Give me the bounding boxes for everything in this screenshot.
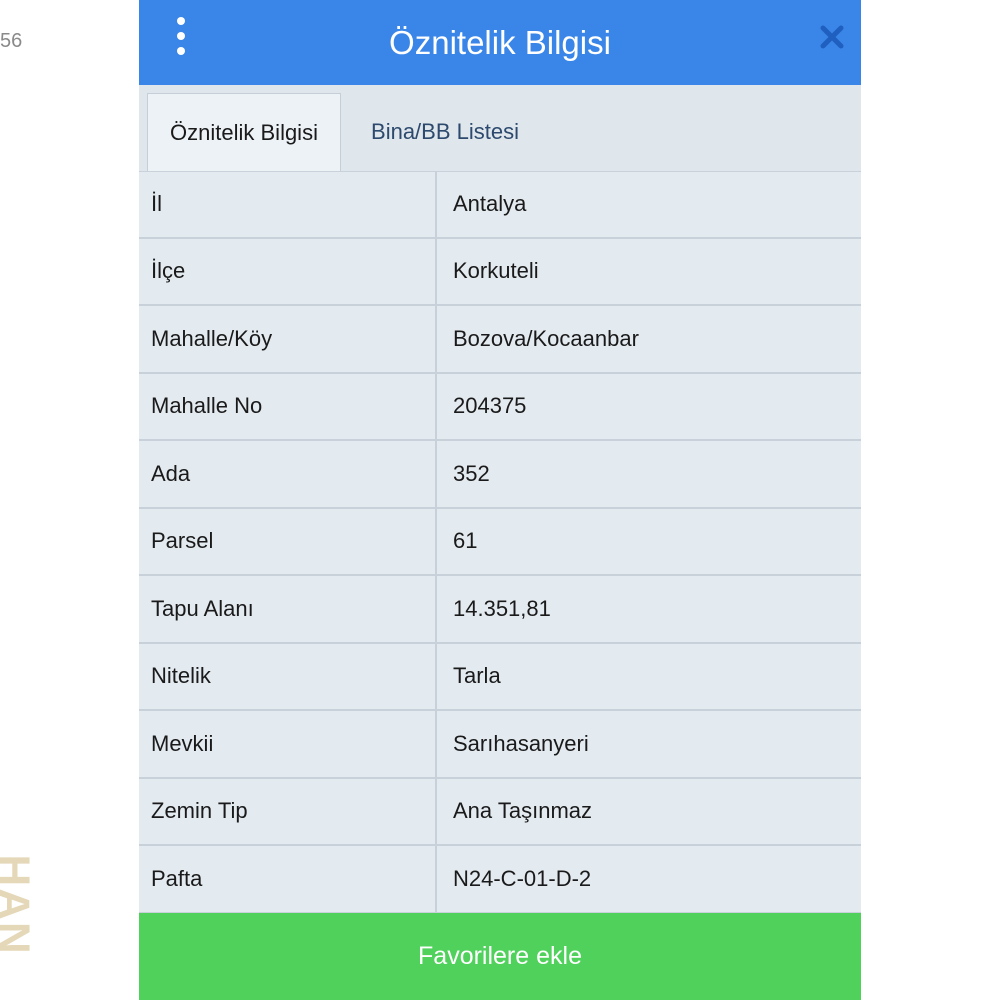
tab-bar: Öznitelik Bilgisi Bina/BB Listesi — [139, 85, 861, 172]
background-side-label: HAN — [0, 854, 40, 956]
attribute-label: İlçe — [139, 238, 437, 304]
panel-title: Öznitelik Bilgisi — [389, 23, 611, 61]
table-row: İlçe Korkuteli — [139, 238, 861, 306]
attribute-info-panel: Öznitelik Bilgisi Öznitelik Bilgisi Bina… — [139, 0, 861, 1000]
table-row: Zemin Tip Ana Taşınmaz — [139, 778, 861, 846]
attribute-label: Zemin Tip — [139, 778, 437, 844]
tab-building-list[interactable]: Bina/BB Listesi — [345, 93, 545, 171]
table-row: Nitelik Tarla — [139, 643, 861, 711]
attribute-value: 204375 — [453, 393, 527, 419]
table-row: Mahalle No 204375 — [139, 373, 861, 441]
attribute-value: Antalya — [453, 190, 527, 216]
vertical-dots-icon[interactable] — [171, 17, 191, 55]
attribute-label: Ada — [139, 441, 437, 507]
attribute-label: Parsel — [139, 508, 437, 574]
attribute-value: 14.351,81 — [453, 595, 551, 621]
attribute-value: Bozova/Kocaanbar — [453, 325, 639, 351]
background-corner-text: 56 — [0, 30, 23, 52]
attribute-label: İl — [139, 171, 437, 237]
close-icon[interactable] — [815, 20, 849, 54]
table-row: Mahalle/Köy Bozova/Kocaanbar — [139, 306, 861, 374]
add-to-favorites-button[interactable]: Favorilere ekle — [139, 913, 861, 1000]
attribute-label: Pafta — [139, 846, 437, 912]
table-row: İl Antalya — [139, 171, 861, 239]
panel-header: Öznitelik Bilgisi — [139, 0, 861, 85]
attribute-label: Mevkii — [139, 711, 437, 777]
table-row: Ada 352 — [139, 441, 861, 509]
attribute-label: Mahalle No — [139, 373, 437, 439]
attribute-label: Nitelik — [139, 643, 437, 709]
attribute-label: Tapu Alanı — [139, 576, 437, 642]
attribute-value: Korkuteli — [453, 258, 539, 284]
table-row: Mevkii Sarıhasanyeri — [139, 711, 861, 779]
background-side-text: HAN — [0, 840, 39, 970]
attribute-value: 352 — [453, 460, 490, 486]
table-row: Tapu Alanı 14.351,81 — [139, 576, 861, 644]
table-row: Parsel 61 — [139, 508, 861, 576]
tab-attribute-info[interactable]: Öznitelik Bilgisi — [147, 93, 341, 171]
table-row: Pafta N24-C-01-D-2 — [139, 846, 861, 914]
attribute-value: N24-C-01-D-2 — [453, 865, 592, 891]
attribute-value: Ana Taşınmaz — [453, 798, 593, 824]
attribute-value: Sarıhasanyeri — [453, 730, 589, 756]
attribute-value: Tarla — [453, 663, 501, 689]
attribute-table: İl Antalya İlçe Korkuteli Mahalle/Köy Bo… — [139, 171, 861, 914]
attribute-value: 61 — [453, 528, 478, 554]
screen: 56 HAN Öznitelik Bilgisi Öznitelik Bilgi… — [0, 0, 1000, 1000]
attribute-label: Mahalle/Köy — [139, 306, 437, 372]
